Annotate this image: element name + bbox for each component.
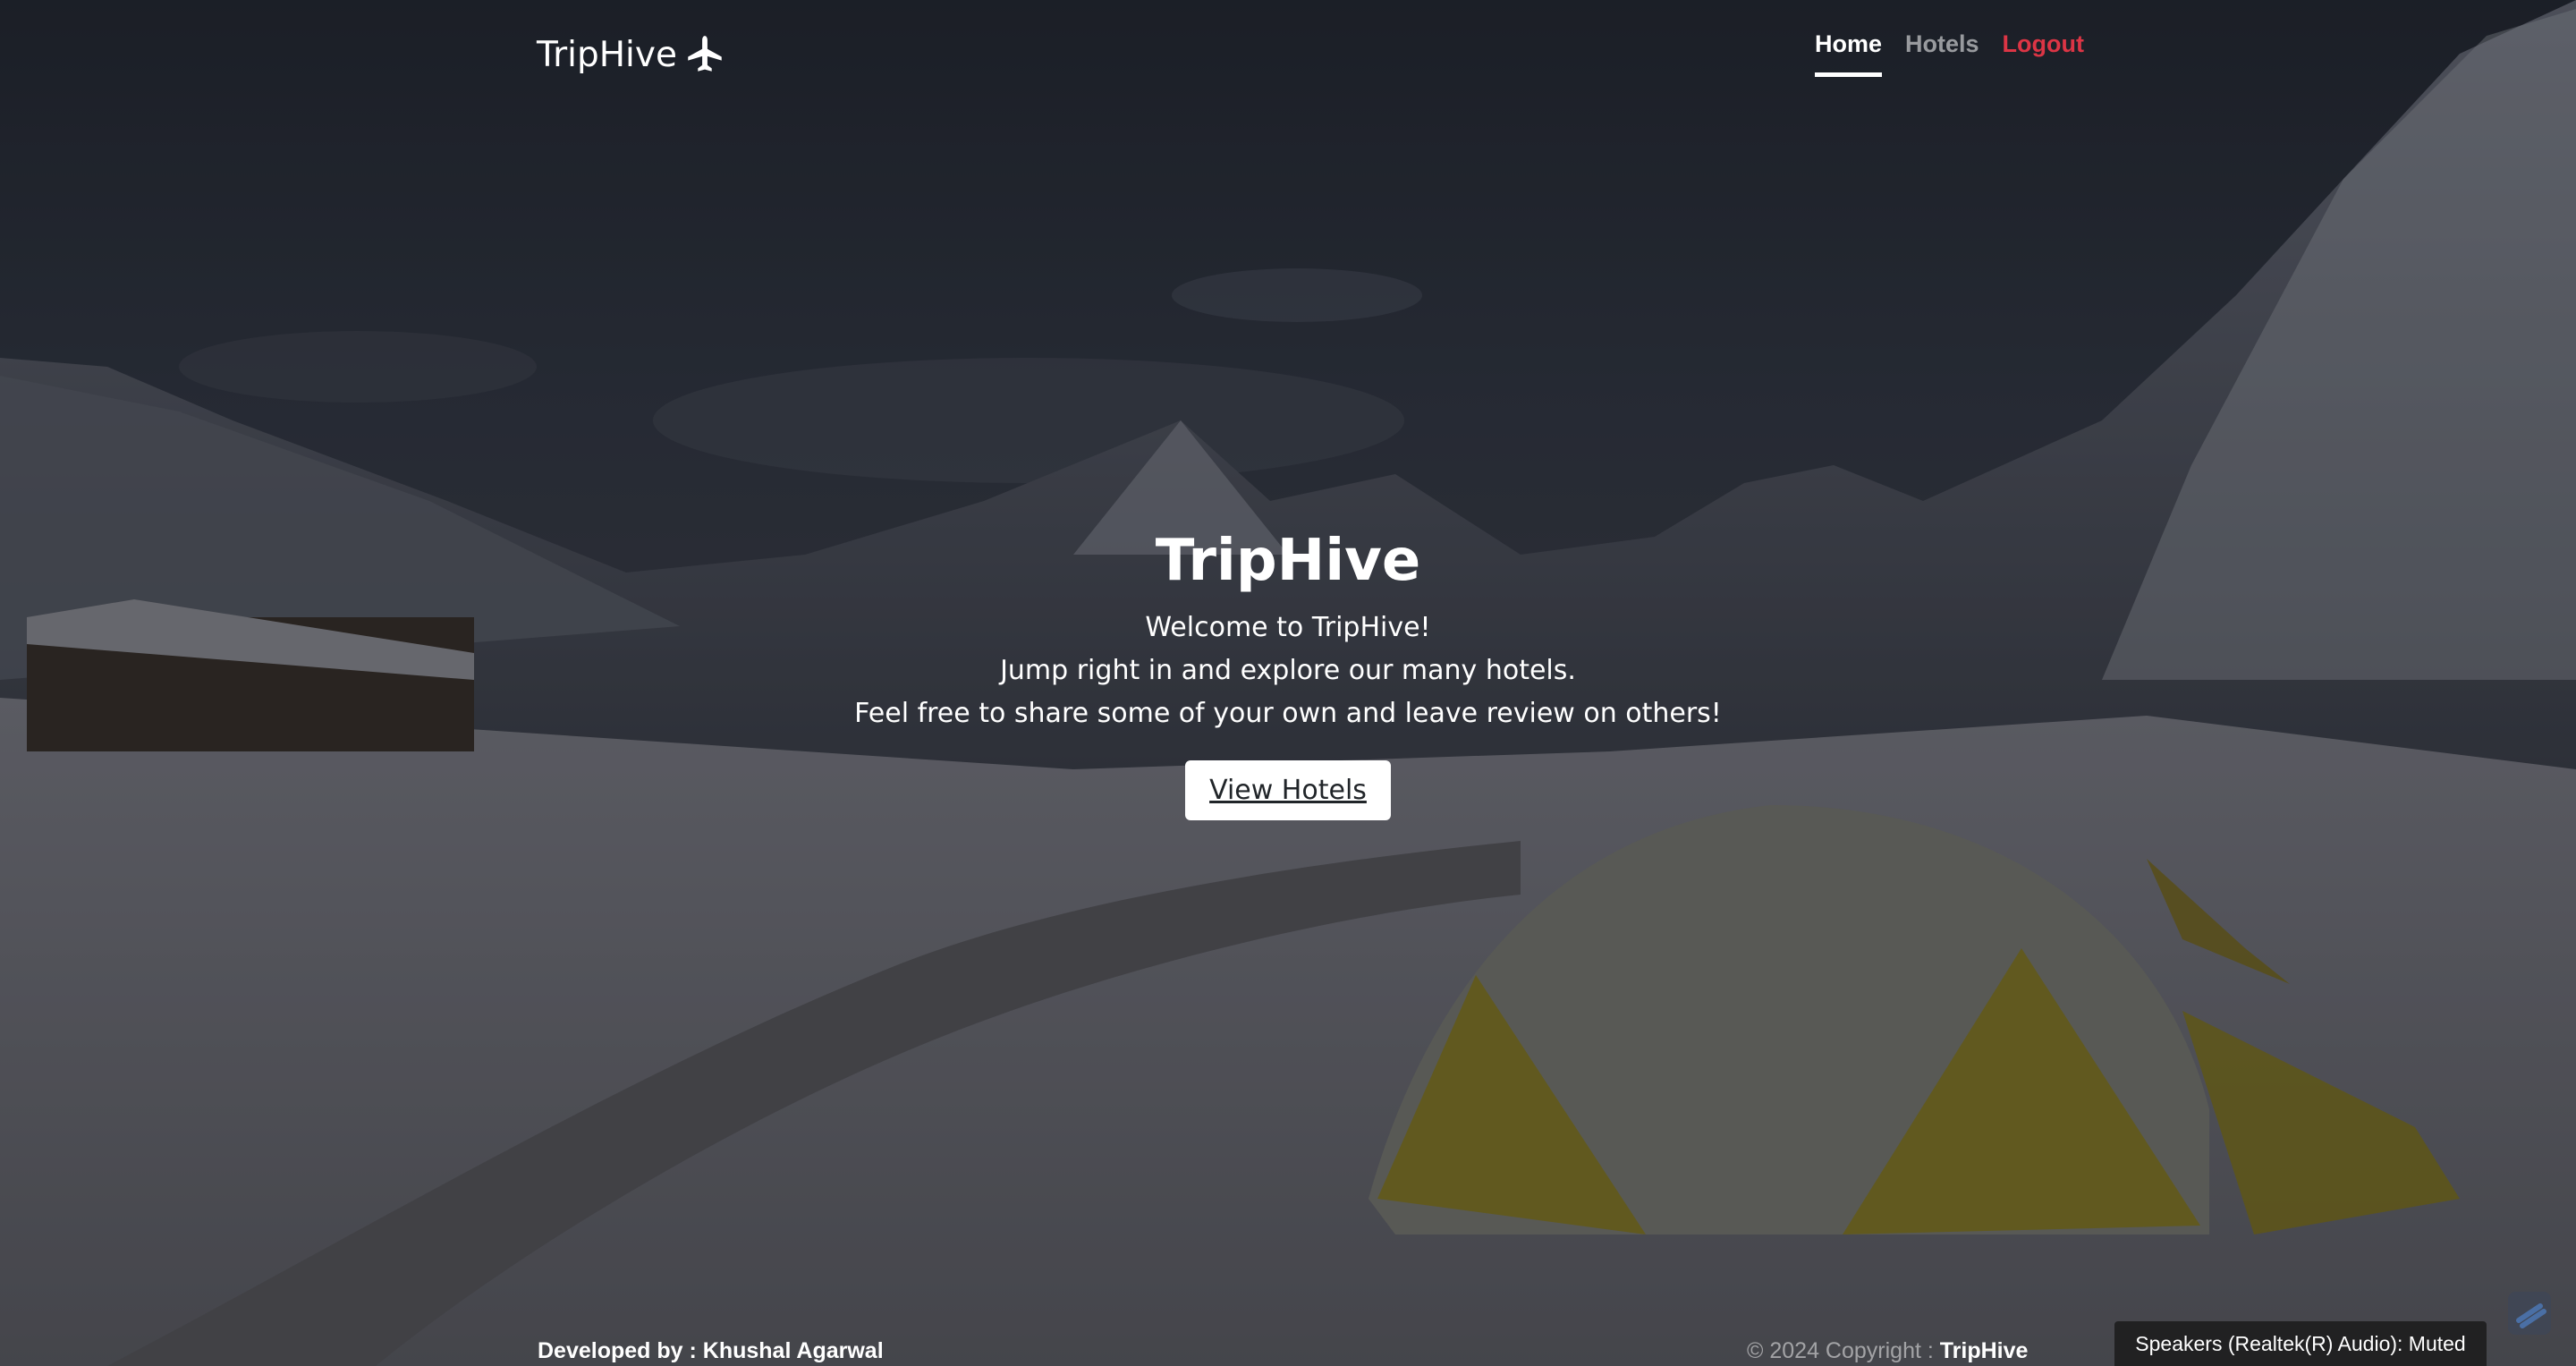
copyright-prefix: © 2024 Copyright : — [1747, 1338, 1940, 1363]
speaker-muted-toast: Speakers (Realtek(R) Audio): Muted — [2114, 1321, 2487, 1366]
extension-icon[interactable] — [2504, 1288, 2555, 1338]
nav-links: Home Hotels Logout — [1814, 30, 2084, 77]
hero-line-explore: Jump right in and explore our many hotel… — [1000, 655, 1576, 686]
hero-description: Welcome to TripHive! Jump right in and e… — [0, 607, 2576, 735]
hero-line-share: Feel free to share some of your own and … — [854, 698, 1722, 729]
airplane-icon — [682, 32, 727, 77]
navbar: TripHive Home Hotels Logout — [537, 27, 2084, 98]
developer-credit: Developed by : Khushal Agarwal — [538, 1338, 884, 1363]
brand-logo[interactable]: TripHive — [537, 32, 727, 77]
nav-hotels-link[interactable]: Hotels — [1905, 30, 1979, 77]
brand-name[interactable]: TripHive — [537, 35, 677, 75]
view-hotels-button[interactable]: View Hotels — [1185, 760, 1391, 820]
hero-line-welcome: Welcome to TripHive! — [1145, 612, 1431, 643]
hero-content: TripHive Welcome to TripHive! Jump right… — [0, 528, 2576, 820]
hero-background: TripHive Home Hotels Logout TripHive Wel… — [0, 0, 2576, 1366]
nav-home-link[interactable]: Home — [1814, 30, 1882, 77]
copyright-text: © 2024 Copyright : TripHive — [1747, 1338, 2028, 1364]
nav-logout-link[interactable]: Logout — [2003, 30, 2084, 77]
copyright-brand: TripHive — [1939, 1338, 2029, 1363]
hero-title: TripHive — [1155, 528, 1421, 594]
